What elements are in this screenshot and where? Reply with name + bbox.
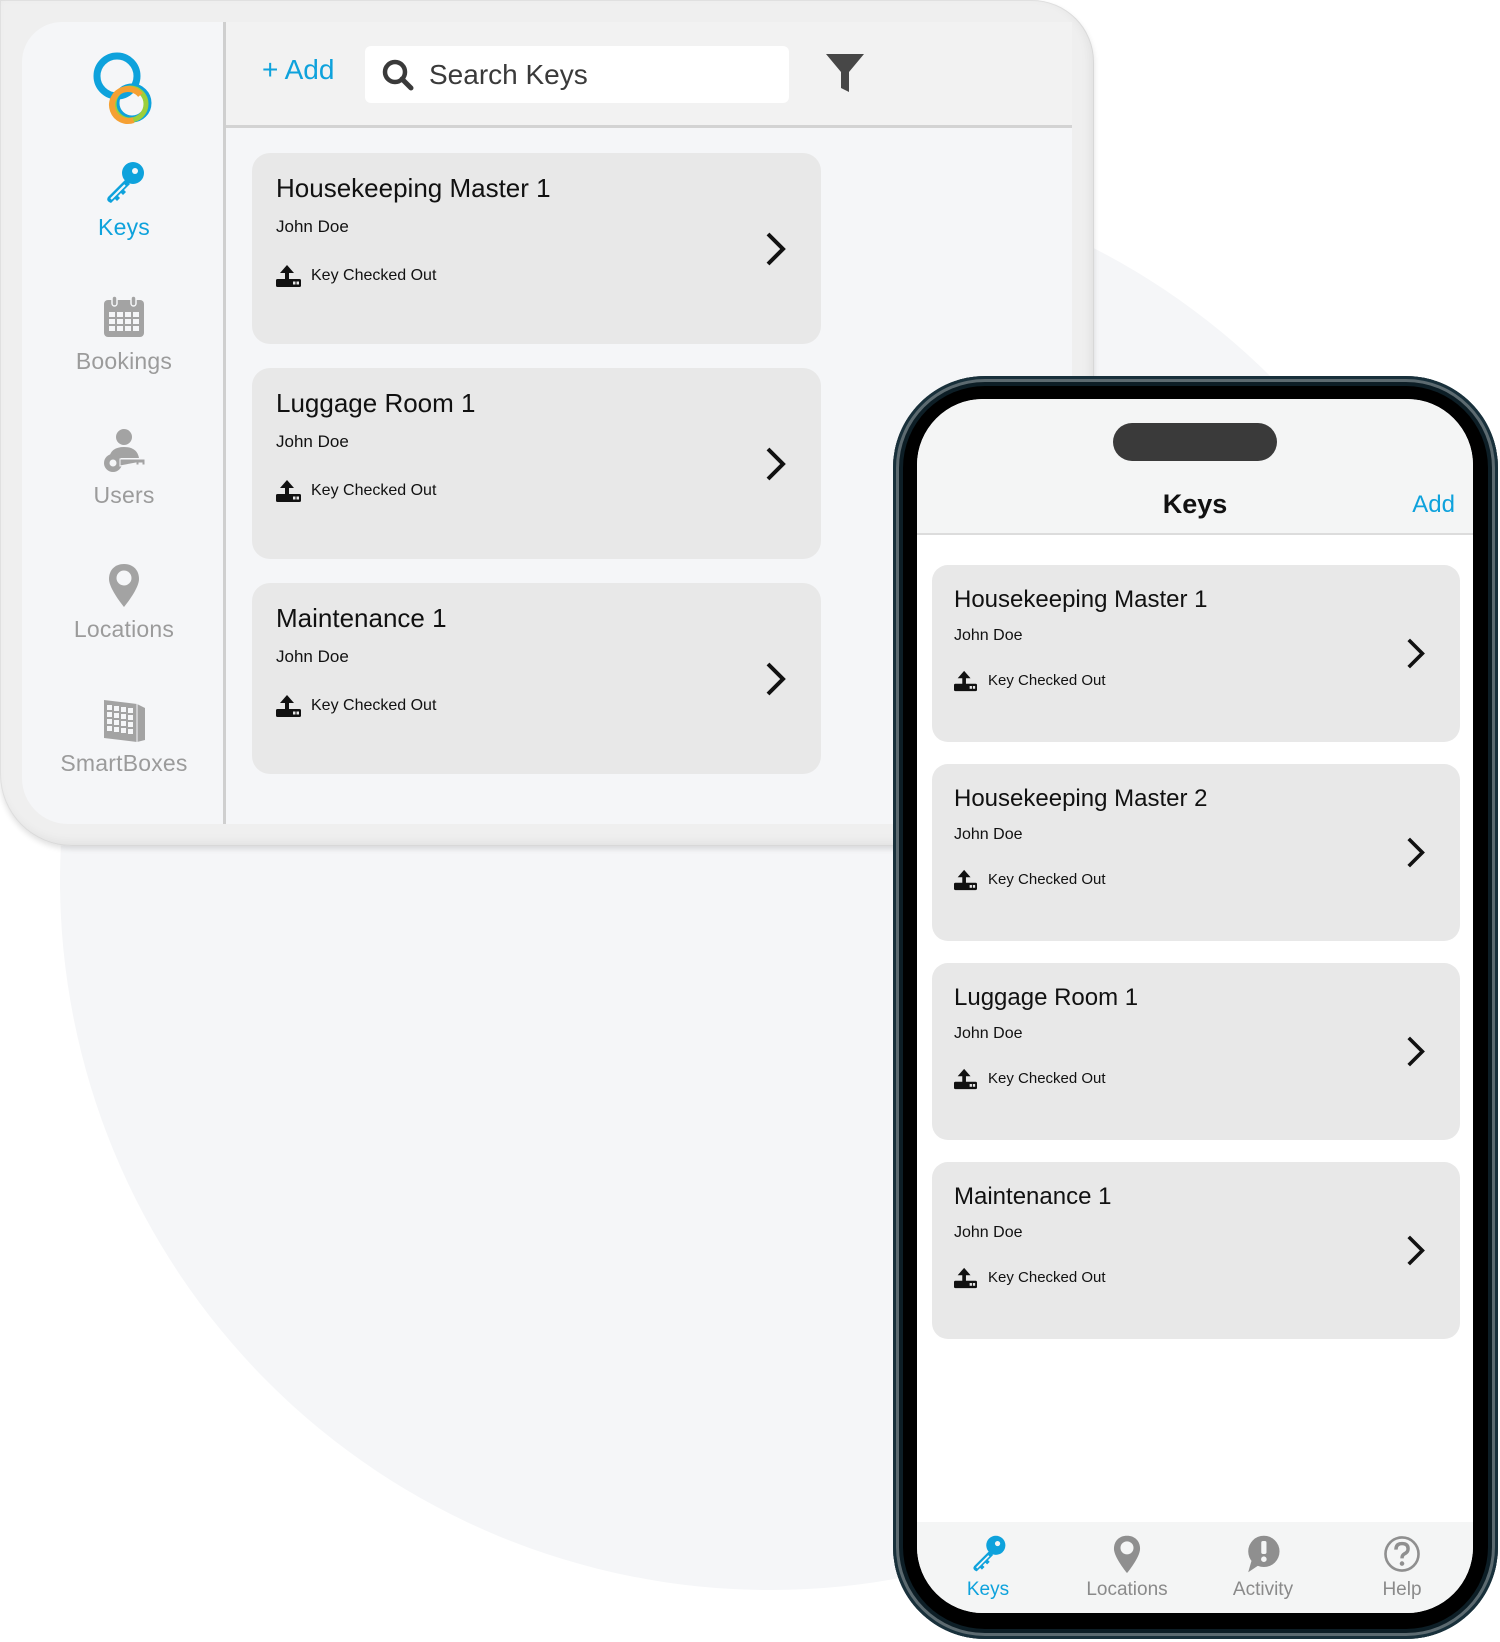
key-status: Key Checked Out xyxy=(954,868,1106,891)
chevron-right-icon xyxy=(1407,1036,1425,1067)
key-card[interactable]: Housekeeping Master 1 John Doe Key Check… xyxy=(932,565,1460,742)
key-status-label: Key Checked Out xyxy=(311,266,437,284)
chevron-right-icon xyxy=(1407,837,1425,868)
key-title: Maintenance 1 xyxy=(954,1183,1112,1210)
key-owner: John Doe xyxy=(276,647,349,666)
key-card[interactable]: Maintenance 1 John Doe Key Checked Out xyxy=(932,1162,1460,1339)
tab-label: Activity xyxy=(1232,1579,1294,1600)
activity-alert-icon xyxy=(1248,1535,1280,1573)
key-status: Key Checked Out xyxy=(954,669,1106,692)
chevron-right-icon xyxy=(1407,1235,1425,1266)
sidebar-item-label: Users xyxy=(93,482,155,508)
chevron-right-icon xyxy=(1407,638,1425,669)
location-pin-icon xyxy=(1113,1535,1141,1574)
sidebar-item-label: Locations xyxy=(73,616,175,642)
sidebar-item-label: Keys xyxy=(98,214,150,240)
tab-bar: Keys Locations Activity Help xyxy=(917,1522,1473,1613)
calendar-icon xyxy=(104,295,144,337)
key-owner: John Doe xyxy=(276,217,349,236)
key-owner: John Doe xyxy=(954,627,1023,644)
sidebar-item-keys[interactable]: Keys xyxy=(22,160,226,241)
add-key-button[interactable]: + Add xyxy=(262,54,334,86)
chevron-right-icon xyxy=(766,447,786,481)
key-card[interactable]: Housekeeping Master 2 John Doe Key Check… xyxy=(932,764,1460,941)
sidebar-item-label: Bookings xyxy=(75,348,173,374)
help-icon xyxy=(1384,1536,1420,1572)
sidebar-item-users[interactable]: Users xyxy=(22,428,226,509)
search-icon xyxy=(382,59,414,90)
key-title: Housekeeping Master 1 xyxy=(954,586,1208,613)
sidebar-item-locations[interactable]: Locations xyxy=(22,562,226,643)
tab-help[interactable]: Help xyxy=(1342,1534,1462,1601)
key-status-label: Key Checked Out xyxy=(988,871,1106,888)
page-title: Keys xyxy=(1162,489,1228,519)
key-card[interactable]: Maintenance 1 John Doe Key Checked Out xyxy=(252,583,821,774)
key-card[interactable]: Luggage Room 1 John Doe Key Checked Out xyxy=(932,963,1460,1140)
chevron-right-icon xyxy=(766,662,786,696)
checkout-upload-icon xyxy=(276,480,301,502)
key-title: Luggage Room 1 xyxy=(276,388,476,418)
chevron-right-icon xyxy=(766,232,786,266)
key-icon xyxy=(107,162,144,203)
key-status-label: Key Checked Out xyxy=(988,672,1106,689)
user-key-icon xyxy=(104,429,146,472)
tab-label: Locations xyxy=(1086,1579,1168,1600)
key-owner: John Doe xyxy=(276,432,349,451)
dynamic-island xyxy=(1113,423,1277,461)
key-card[interactable]: Luggage Room 1 John Doe Key Checked Out xyxy=(252,368,821,559)
sidebar-item-smartboxes[interactable]: SmartBoxes xyxy=(22,696,226,777)
key-status: Key Checked Out xyxy=(276,263,436,288)
smartbox-icon xyxy=(104,700,145,742)
search-box[interactable] xyxy=(365,46,789,103)
tab-label: Keys xyxy=(966,1579,1010,1600)
sidebar: Keys Bookings Users Locations SmartBoxes xyxy=(22,22,226,824)
phone-screen: Keys Add Housekeeping Master 1 John Doe … xyxy=(917,399,1473,1613)
search-input[interactable] xyxy=(429,58,769,91)
checkout-upload-icon xyxy=(276,695,301,717)
checkout-upload-icon xyxy=(276,265,301,287)
filter-icon[interactable] xyxy=(824,52,866,94)
tab-keys[interactable]: Keys xyxy=(928,1534,1048,1601)
key-status: Key Checked Out xyxy=(954,1067,1106,1090)
key-icon xyxy=(973,1535,1006,1572)
key-status-label: Key Checked Out xyxy=(311,696,437,714)
tab-label: Help xyxy=(1382,1579,1422,1600)
key-title: Maintenance 1 xyxy=(276,603,447,633)
key-title: Housekeeping Master 2 xyxy=(954,785,1208,812)
key-owner: John Doe xyxy=(954,1224,1023,1241)
key-owner: John Doe xyxy=(954,1025,1023,1042)
key-title: Luggage Room 1 xyxy=(954,984,1139,1011)
key-status: Key Checked Out xyxy=(276,693,436,718)
key-status-label: Key Checked Out xyxy=(311,481,437,499)
key-status-label: Key Checked Out xyxy=(988,1269,1106,1286)
sidebar-item-label: SmartBoxes xyxy=(60,750,188,776)
checkout-upload-icon xyxy=(954,869,977,891)
add-key-button[interactable]: Add xyxy=(1412,491,1455,519)
checkout-upload-icon xyxy=(954,1068,977,1090)
toolbar: + Add xyxy=(226,22,1072,128)
key-status: Key Checked Out xyxy=(276,478,436,503)
phone-header: Keys Add xyxy=(917,399,1473,535)
key-title: Housekeeping Master 1 xyxy=(276,173,551,203)
tab-activity[interactable]: Activity xyxy=(1203,1534,1323,1601)
checkout-upload-icon xyxy=(954,1267,977,1289)
key-status: Key Checked Out xyxy=(954,1266,1106,1289)
key-owner: John Doe xyxy=(954,826,1023,843)
tab-locations[interactable]: Locations xyxy=(1067,1534,1187,1601)
location-pin-icon xyxy=(109,564,139,607)
logo-rings-icon xyxy=(93,52,152,124)
key-card[interactable]: Housekeeping Master 1 John Doe Key Check… xyxy=(252,153,821,344)
checkout-upload-icon xyxy=(954,670,977,692)
key-status-label: Key Checked Out xyxy=(988,1070,1106,1087)
phone-device: Keys Add Housekeeping Master 1 John Doe … xyxy=(893,376,1498,1639)
sidebar-item-bookings[interactable]: Bookings xyxy=(22,294,226,375)
